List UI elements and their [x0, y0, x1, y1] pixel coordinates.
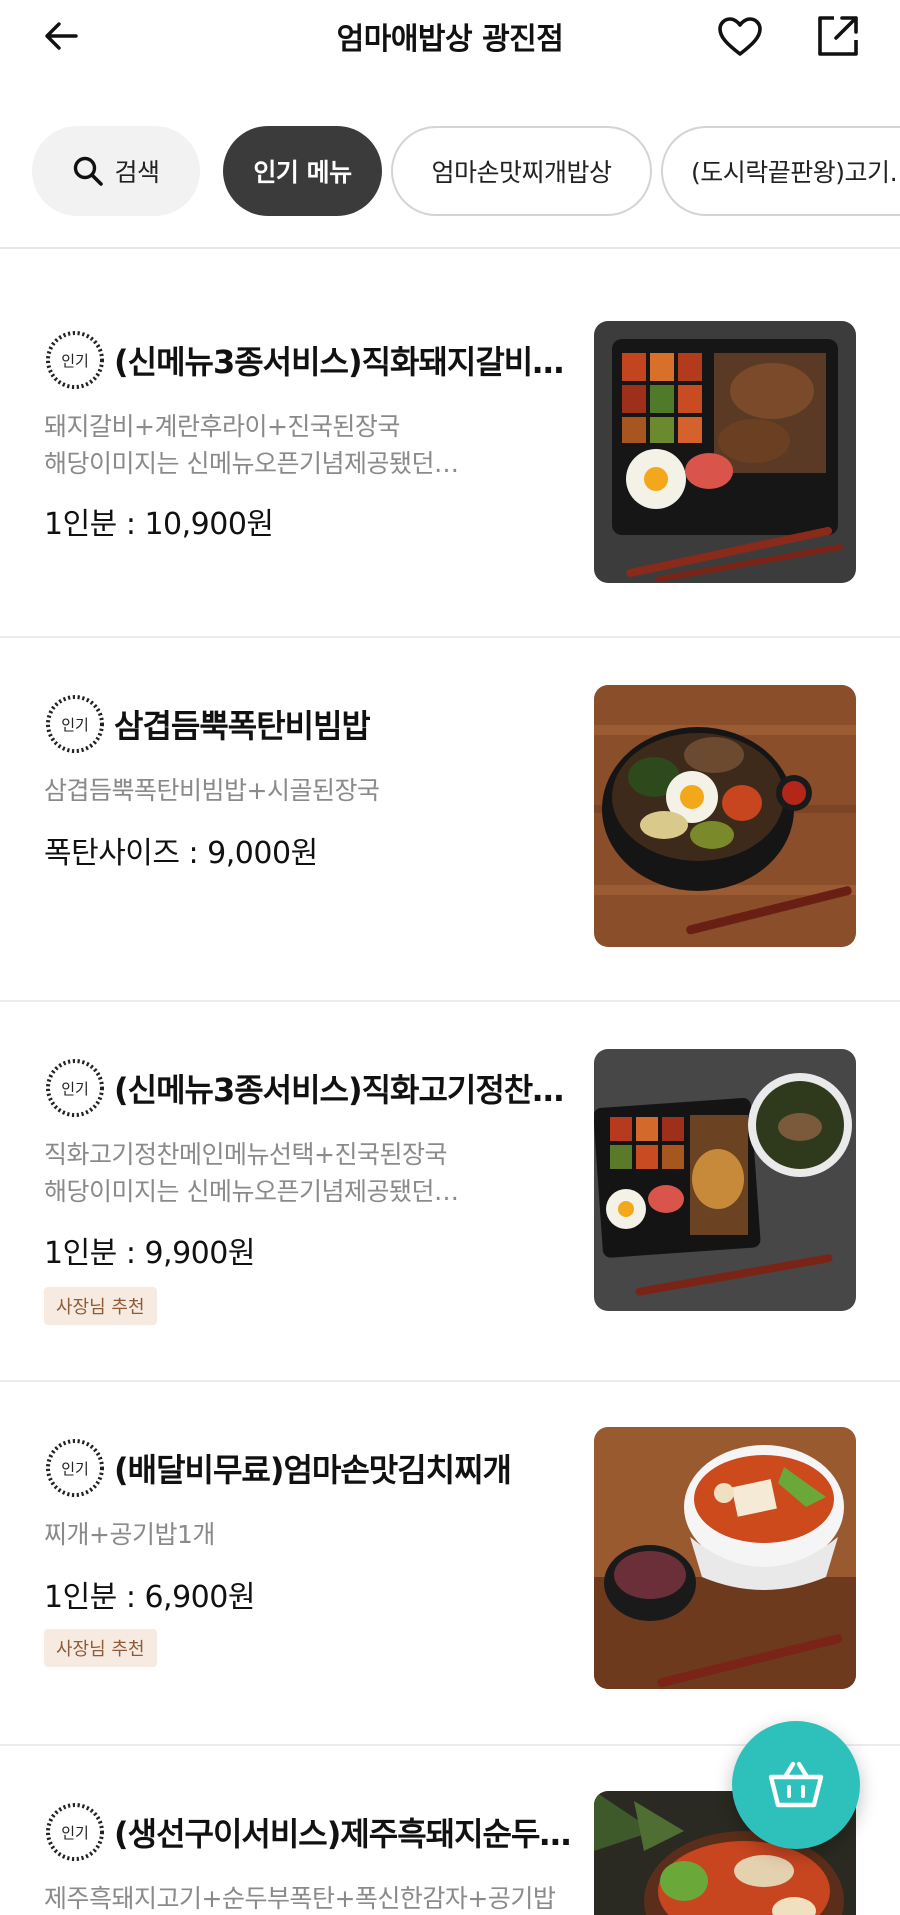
item-name: (신메뉴3종서비스)직화돼지갈비… — [114, 343, 564, 381]
item-description: 삼겹듬뿍폭탄비빔밥+시골된장국 — [44, 776, 380, 805]
search-icon — [74, 156, 104, 186]
item-photo[interactable] — [594, 321, 856, 583]
item-photo[interactable] — [594, 685, 856, 947]
store-title: 엄마애밥상 광진점 — [336, 22, 564, 57]
category-tabs: 검색 인기 메뉴 엄마손맛찌개밥상 (도시락끝판왕)고기… — [0, 124, 900, 220]
share-icon — [818, 16, 858, 56]
svg-text:인기: 인기 — [61, 1824, 89, 1842]
item-name: (신메뉴3종서비스)직화고기정찬… — [114, 1071, 564, 1109]
item-description: 돼지갈비+계란후라이+진국된장국 해당이미지는 신메뉴오픈기념제공됐던… — [44, 412, 459, 478]
popular-badge-icon: 인기 — [46, 1059, 104, 1117]
heart-icon — [718, 17, 762, 56]
menu-item[interactable]: 인기 (신메뉴3종서비스)직화돼지갈비… 돼지갈비+계란후라이+진국된장국 해당… — [0, 250, 900, 636]
owner-recommended-tag: 사장님 추천 — [44, 1629, 157, 1667]
share-button[interactable] — [810, 8, 866, 64]
cart-basket-icon — [768, 1761, 824, 1808]
item-name: 삼겹듬뿍폭탄비빔밥 — [114, 707, 370, 745]
popular-badge-icon: 인기 — [46, 1439, 104, 1497]
svg-text:인기: 인기 — [61, 1080, 89, 1098]
item-description: 찌개+공기밥1개 — [44, 1520, 215, 1549]
owner-recommended-tag: 사장님 추천 — [44, 1287, 157, 1325]
tab-dosirak[interactable]: (도시락끝판왕)고기… — [661, 126, 900, 216]
tab-mom-stew[interactable]: 엄마손맛찌개밥상 — [391, 126, 652, 216]
item-name: (배달비무료)엄마손맛김치찌개 — [114, 1451, 511, 1489]
item-price: 폭탄사이즈 : 9,000원 — [44, 836, 318, 871]
tab-search[interactable]: 검색 — [32, 126, 200, 216]
popular-badge-icon: 인기 — [46, 331, 104, 389]
item-price: 1인분 : 10,900원 — [44, 507, 274, 542]
tabs-divider — [0, 247, 900, 249]
item-price: 1인분 : 6,900원 — [44, 1580, 255, 1615]
item-description: 직화고기정찬메인메뉴선택+진국된장국 해당이미지는 신메뉴오픈기념제공됐던… — [44, 1140, 459, 1206]
svg-text:인기: 인기 — [61, 352, 89, 370]
popular-badge-icon: 인기 — [46, 1803, 104, 1861]
item-name: (생선구이서비스)제주흑돼지순두… — [114, 1815, 571, 1853]
svg-text:인기: 인기 — [61, 1460, 89, 1478]
svg-text:인기: 인기 — [61, 716, 89, 734]
item-price: 1인분 : 9,900원 — [44, 1236, 255, 1271]
back-button[interactable] — [36, 10, 88, 62]
item-description: 제주흑돼지고기+순두부폭탄+폭신한감자+공기밥 — [44, 1884, 556, 1913]
cart-button[interactable] — [732, 1721, 860, 1849]
tab-search-label: 검색 — [114, 158, 160, 187]
item-photo[interactable] — [594, 1049, 856, 1311]
tab-popular-menu[interactable]: 인기 메뉴 — [223, 126, 382, 216]
popular-badge-icon: 인기 — [46, 695, 104, 753]
menu-item[interactable]: 인기 (배달비무료)엄마손맛김치찌개 찌개+공기밥1개 1인분 : 6,900원… — [0, 1382, 900, 1744]
item-photo[interactable] — [594, 1427, 856, 1689]
favorite-button[interactable] — [712, 10, 768, 64]
menu-item[interactable]: 인기 삼겹듬뿍폭탄비빔밥 삼겹듬뿍폭탄비빔밥+시골된장국 폭탄사이즈 : 9,0… — [0, 638, 900, 1000]
menu-item[interactable]: 인기 (신메뉴3종서비스)직화고기정찬… 직화고기정찬메인메뉴선택+진국된장국 … — [0, 1002, 900, 1380]
back-arrow-icon — [45, 22, 78, 50]
top-bar: 엄마애밥상 광진점 — [0, 0, 900, 100]
